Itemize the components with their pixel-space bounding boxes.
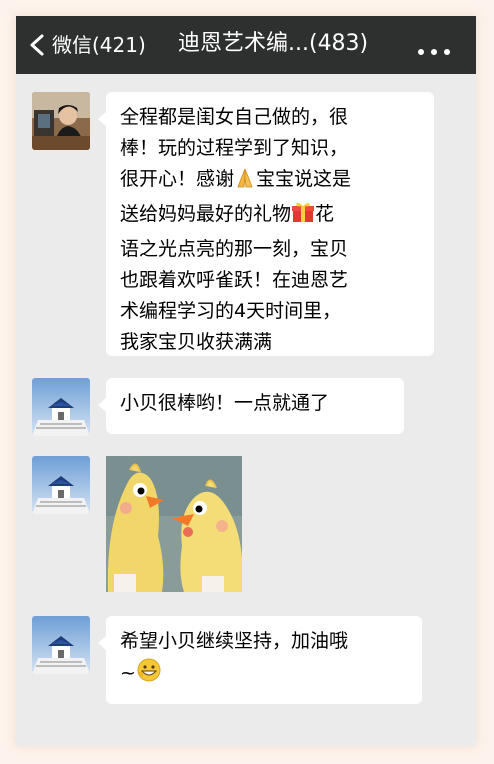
chat-title: 迪恩艺术编...(483) [178,31,369,56]
avatar[interactable] [32,92,90,150]
message-text: 小贝很棒哟！一点就通了 [120,392,330,414]
message-text: 全程都是闺女自己做的，很 棒！玩的过程学到了知识， 很开心！感谢 宝宝说这是 送给妈妈最… [120,106,352,353]
back-button-label[interactable]: 微信(421) [52,31,146,59]
avatar[interactable] [32,456,90,514]
folded-hands-emoji-icon [234,167,256,199]
gift-emoji-icon [291,200,315,234]
chat-screen: 微信(421) 迪恩艺术编...(483) 全程都是闺女自己做的，很 棒！玩的过程… [16,16,476,746]
message-bubble[interactable]: 希望小贝继续坚持，加油哦 ~ [98,616,422,704]
chevron-left-icon[interactable] [28,34,48,56]
nav-bar: 微信(421) 迪恩艺术编...(483) [16,16,476,74]
message-bubble[interactable]: 全程都是闺女自己做的，很 棒！玩的过程学到了知识， 很开心！感谢 宝宝说这是 送给妈妈最… [98,92,434,356]
message-text: 希望小贝继续坚持，加油哦 ~ [120,626,408,693]
chat-bottom-area [16,721,476,746]
avatar[interactable] [32,616,90,674]
avatar[interactable] [32,378,90,436]
grinning-face-emoji-icon [136,657,162,693]
image-message[interactable] [106,456,242,592]
message-bubble[interactable]: 小贝很棒哟！一点就通了 [98,378,404,434]
more-dots-icon[interactable] [418,40,458,55]
